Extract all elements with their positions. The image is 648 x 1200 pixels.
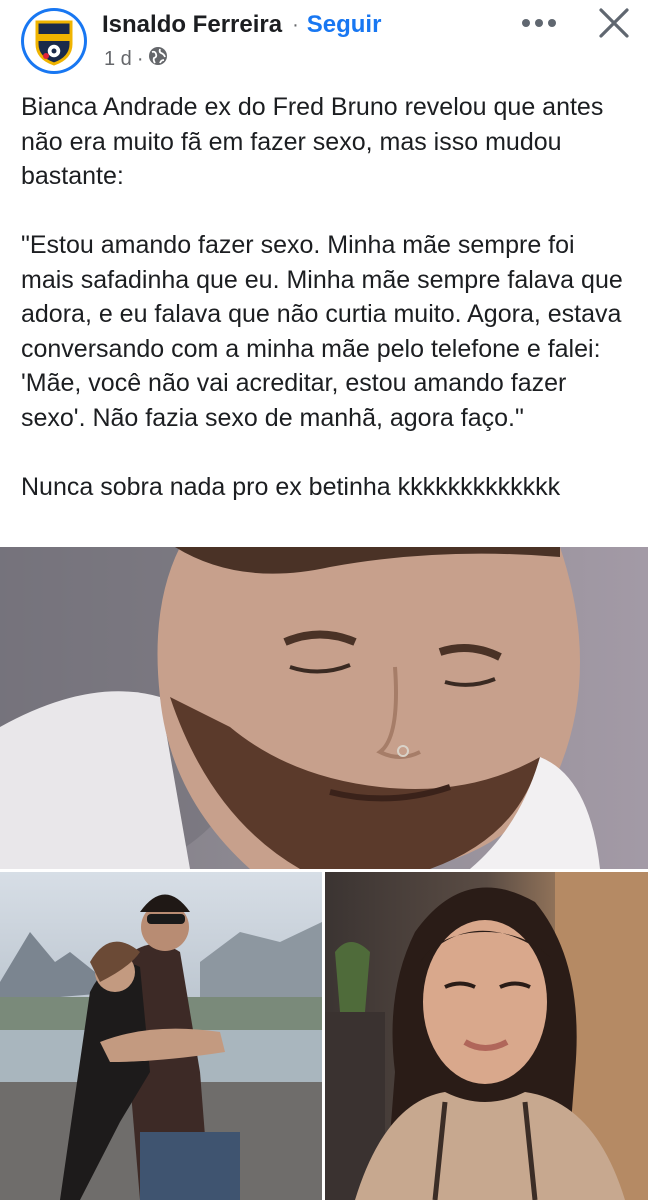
globe-icon <box>148 46 168 72</box>
post-photo[interactable] <box>0 872 322 1200</box>
post-photo[interactable] <box>325 872 648 1200</box>
post-header: Isnaldo Ferreira · Seguir 1 d · <box>0 0 648 86</box>
post-media-grid <box>0 547 648 1200</box>
post-quote: "Estou amando fazer sexo. Minha mãe semp… <box>21 231 623 432</box>
more-horizontal-icon <box>522 19 556 27</box>
post-photo[interactable] <box>0 547 648 869</box>
photo-woman-selfie <box>325 872 648 1200</box>
post-paragraph: Bianca Andrade ex do Fred Bruno revelou … <box>21 93 604 190</box>
football-badge-logo <box>24 11 84 71</box>
photo-couple-hug <box>0 894 322 1200</box>
post-meta: 1 d · <box>104 46 168 72</box>
author-row: Isnaldo Ferreira · Seguir <box>102 8 381 42</box>
post-text: Bianca Andrade ex do Fred Bruno revelou … <box>21 90 633 504</box>
post-paragraph: Nunca sobra nada pro ex betinha kkkkkkkk… <box>21 472 561 501</box>
post-timestamp[interactable]: 1 d <box>104 48 132 71</box>
meta-separator: · <box>136 47 144 70</box>
follow-button[interactable]: Seguir <box>307 11 382 39</box>
avatar[interactable] <box>21 8 87 74</box>
separator-dot: · <box>292 13 299 36</box>
author-name[interactable]: Isnaldo Ferreira <box>102 11 282 39</box>
photo-man-closeup <box>0 547 600 869</box>
close-icon <box>599 8 629 38</box>
close-button[interactable] <box>594 3 634 43</box>
more-options-button[interactable] <box>516 6 562 40</box>
